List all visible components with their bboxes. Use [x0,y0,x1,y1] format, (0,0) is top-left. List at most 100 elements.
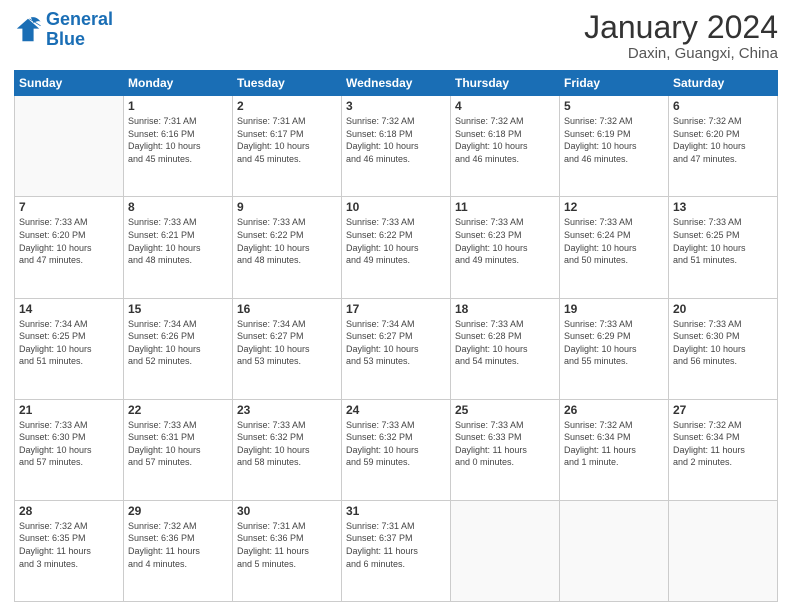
calendar-cell: 10 Sunrise: 7:33 AM Sunset: 6:22 PM Dayli… [342,197,451,298]
calendar-cell [560,500,669,601]
calendar-cell: 4Sunrise: 7:32 AM Sunset: 6:18 PM Daylig… [451,96,560,197]
day-number: 21 [19,403,119,417]
day-info: Sunrise: 7:34 AM Sunset: 6:27 PM Dayligh… [237,318,337,368]
calendar-cell: 21Sunrise: 7:33 AM Sunset: 6:30 PM Dayli… [15,399,124,500]
day-info: Sunrise: 7:34 AM Sunset: 6:26 PM Dayligh… [128,318,228,368]
logo-text: General Blue [46,10,113,50]
day-info: Sunrise: 7:33 AM Sunset: 6:29 PM Dayligh… [564,318,664,368]
day-number: 3 [346,99,446,113]
weekday-tuesday: Tuesday [233,71,342,96]
week-row-3: 21Sunrise: 7:33 AM Sunset: 6:30 PM Dayli… [15,399,778,500]
day-number: 11 [455,200,555,214]
day-number: 14 [19,302,119,316]
week-row-2: 14Sunrise: 7:34 AM Sunset: 6:25 PM Dayli… [15,298,778,399]
weekday-wednesday: Wednesday [342,71,451,96]
calendar-cell: 6 Sunrise: 7:32 AM Sunset: 6:20 PM Daylig… [669,96,778,197]
day-info: Sunrise: 7:32 AM Sunset: 6:36 PM Dayligh… [128,520,228,570]
day-info: Sunrise: 7:33 AM Sunset: 6:31 PM Dayligh… [128,419,228,469]
day-number: 30 [237,504,337,518]
day-number: 23 [237,403,337,417]
day-info: Sunrise: 7:31 AM Sunset: 6:16 PM Dayligh… [128,115,228,165]
calendar-cell [15,96,124,197]
day-number: 19 [564,302,664,316]
day-number: 6 [673,99,773,113]
weekday-monday: Monday [124,71,233,96]
week-row-4: 28 Sunrise: 7:32 AM Sunset: 6:35 PM Dayli… [15,500,778,601]
calendar-cell: 28 Sunrise: 7:32 AM Sunset: 6:35 PM Dayli… [15,500,124,601]
calendar-cell: 23 Sunrise: 7:33 AM Sunset: 6:32 PM Dayli… [233,399,342,500]
calendar-cell: 26 Sunrise: 7:32 AM Sunset: 6:34 PM Dayli… [560,399,669,500]
calendar-cell: 30Sunrise: 7:31 AM Sunset: 6:36 PM Dayli… [233,500,342,601]
calendar-cell: 14Sunrise: 7:34 AM Sunset: 6:25 PM Dayli… [15,298,124,399]
day-number: 17 [346,302,446,316]
day-number: 18 [455,302,555,316]
calendar-cell [451,500,560,601]
calendar-cell: 19 Sunrise: 7:33 AM Sunset: 6:29 PM Dayli… [560,298,669,399]
calendar-cell: 12 Sunrise: 7:33 AM Sunset: 6:24 PM Dayli… [560,197,669,298]
day-info: Sunrise: 7:31 AM Sunset: 6:17 PM Dayligh… [237,115,337,165]
day-number: 8 [128,200,228,214]
day-number: 9 [237,200,337,214]
calendar-cell: 17 Sunrise: 7:34 AM Sunset: 6:27 PM Dayli… [342,298,451,399]
month-year: January 2024 [584,10,778,45]
weekday-saturday: Saturday [669,71,778,96]
weekday-sunday: Sunday [15,71,124,96]
calendar-cell: 13Sunrise: 7:33 AM Sunset: 6:25 PM Dayli… [669,197,778,298]
day-info: Sunrise: 7:33 AM Sunset: 6:30 PM Dayligh… [673,318,773,368]
day-info: Sunrise: 7:33 AM Sunset: 6:32 PM Dayligh… [237,419,337,469]
day-info: Sunrise: 7:34 AM Sunset: 6:27 PM Dayligh… [346,318,446,368]
day-number: 26 [564,403,664,417]
day-number: 12 [564,200,664,214]
day-info: Sunrise: 7:32 AM Sunset: 6:35 PM Dayligh… [19,520,119,570]
calendar-cell: 9 Sunrise: 7:33 AM Sunset: 6:22 PM Daylig… [233,197,342,298]
title-block: January 2024 Daxin, Guangxi, China [584,10,778,62]
calendar-cell: 3 Sunrise: 7:32 AM Sunset: 6:18 PM Daylig… [342,96,451,197]
day-info: Sunrise: 7:32 AM Sunset: 6:18 PM Dayligh… [455,115,555,165]
day-info: Sunrise: 7:33 AM Sunset: 6:24 PM Dayligh… [564,216,664,266]
weekday-friday: Friday [560,71,669,96]
day-number: 31 [346,504,446,518]
day-number: 15 [128,302,228,316]
day-info: Sunrise: 7:32 AM Sunset: 6:20 PM Dayligh… [673,115,773,165]
day-number: 24 [346,403,446,417]
day-info: Sunrise: 7:33 AM Sunset: 6:32 PM Dayligh… [346,419,446,469]
day-number: 16 [237,302,337,316]
day-info: Sunrise: 7:32 AM Sunset: 6:19 PM Dayligh… [564,115,664,165]
weekday-header-row: SundayMondayTuesdayWednesdayThursdayFrid… [15,71,778,96]
day-number: 5 [564,99,664,113]
day-info: Sunrise: 7:32 AM Sunset: 6:18 PM Dayligh… [346,115,446,165]
calendar-cell: 22Sunrise: 7:33 AM Sunset: 6:31 PM Dayli… [124,399,233,500]
logo: General Blue [14,10,113,50]
calendar-cell: 8Sunrise: 7:33 AM Sunset: 6:21 PM Daylig… [124,197,233,298]
day-info: Sunrise: 7:33 AM Sunset: 6:22 PM Dayligh… [346,216,446,266]
day-number: 29 [128,504,228,518]
weekday-thursday: Thursday [451,71,560,96]
day-number: 7 [19,200,119,214]
calendar-cell: 7 Sunrise: 7:33 AM Sunset: 6:20 PM Daylig… [15,197,124,298]
day-info: Sunrise: 7:32 AM Sunset: 6:34 PM Dayligh… [564,419,664,469]
day-info: Sunrise: 7:33 AM Sunset: 6:20 PM Dayligh… [19,216,119,266]
day-info: Sunrise: 7:33 AM Sunset: 6:22 PM Dayligh… [237,216,337,266]
calendar-cell: 16 Sunrise: 7:34 AM Sunset: 6:27 PM Dayli… [233,298,342,399]
day-info: Sunrise: 7:31 AM Sunset: 6:37 PM Dayligh… [346,520,446,570]
calendar: SundayMondayTuesdayWednesdayThursdayFrid… [14,70,778,602]
day-number: 28 [19,504,119,518]
day-number: 27 [673,403,773,417]
location: Daxin, Guangxi, China [584,45,778,62]
day-number: 1 [128,99,228,113]
header: General Blue January 2024 Daxin, Guangxi… [14,10,778,62]
day-info: Sunrise: 7:33 AM Sunset: 6:28 PM Dayligh… [455,318,555,368]
logo-line1: General [46,9,113,29]
calendar-cell: 11 Sunrise: 7:33 AM Sunset: 6:23 PM Dayli… [451,197,560,298]
calendar-cell: 20 Sunrise: 7:33 AM Sunset: 6:30 PM Dayli… [669,298,778,399]
logo-line2: Blue [46,30,113,50]
day-info: Sunrise: 7:33 AM Sunset: 6:33 PM Dayligh… [455,419,555,469]
calendar-cell: 27 Sunrise: 7:32 AM Sunset: 6:34 PM Dayli… [669,399,778,500]
day-number: 20 [673,302,773,316]
day-info: Sunrise: 7:33 AM Sunset: 6:23 PM Dayligh… [455,216,555,266]
calendar-cell [669,500,778,601]
day-info: Sunrise: 7:32 AM Sunset: 6:34 PM Dayligh… [673,419,773,469]
day-number: 13 [673,200,773,214]
day-number: 10 [346,200,446,214]
calendar-cell: 2Sunrise: 7:31 AM Sunset: 6:17 PM Daylig… [233,96,342,197]
